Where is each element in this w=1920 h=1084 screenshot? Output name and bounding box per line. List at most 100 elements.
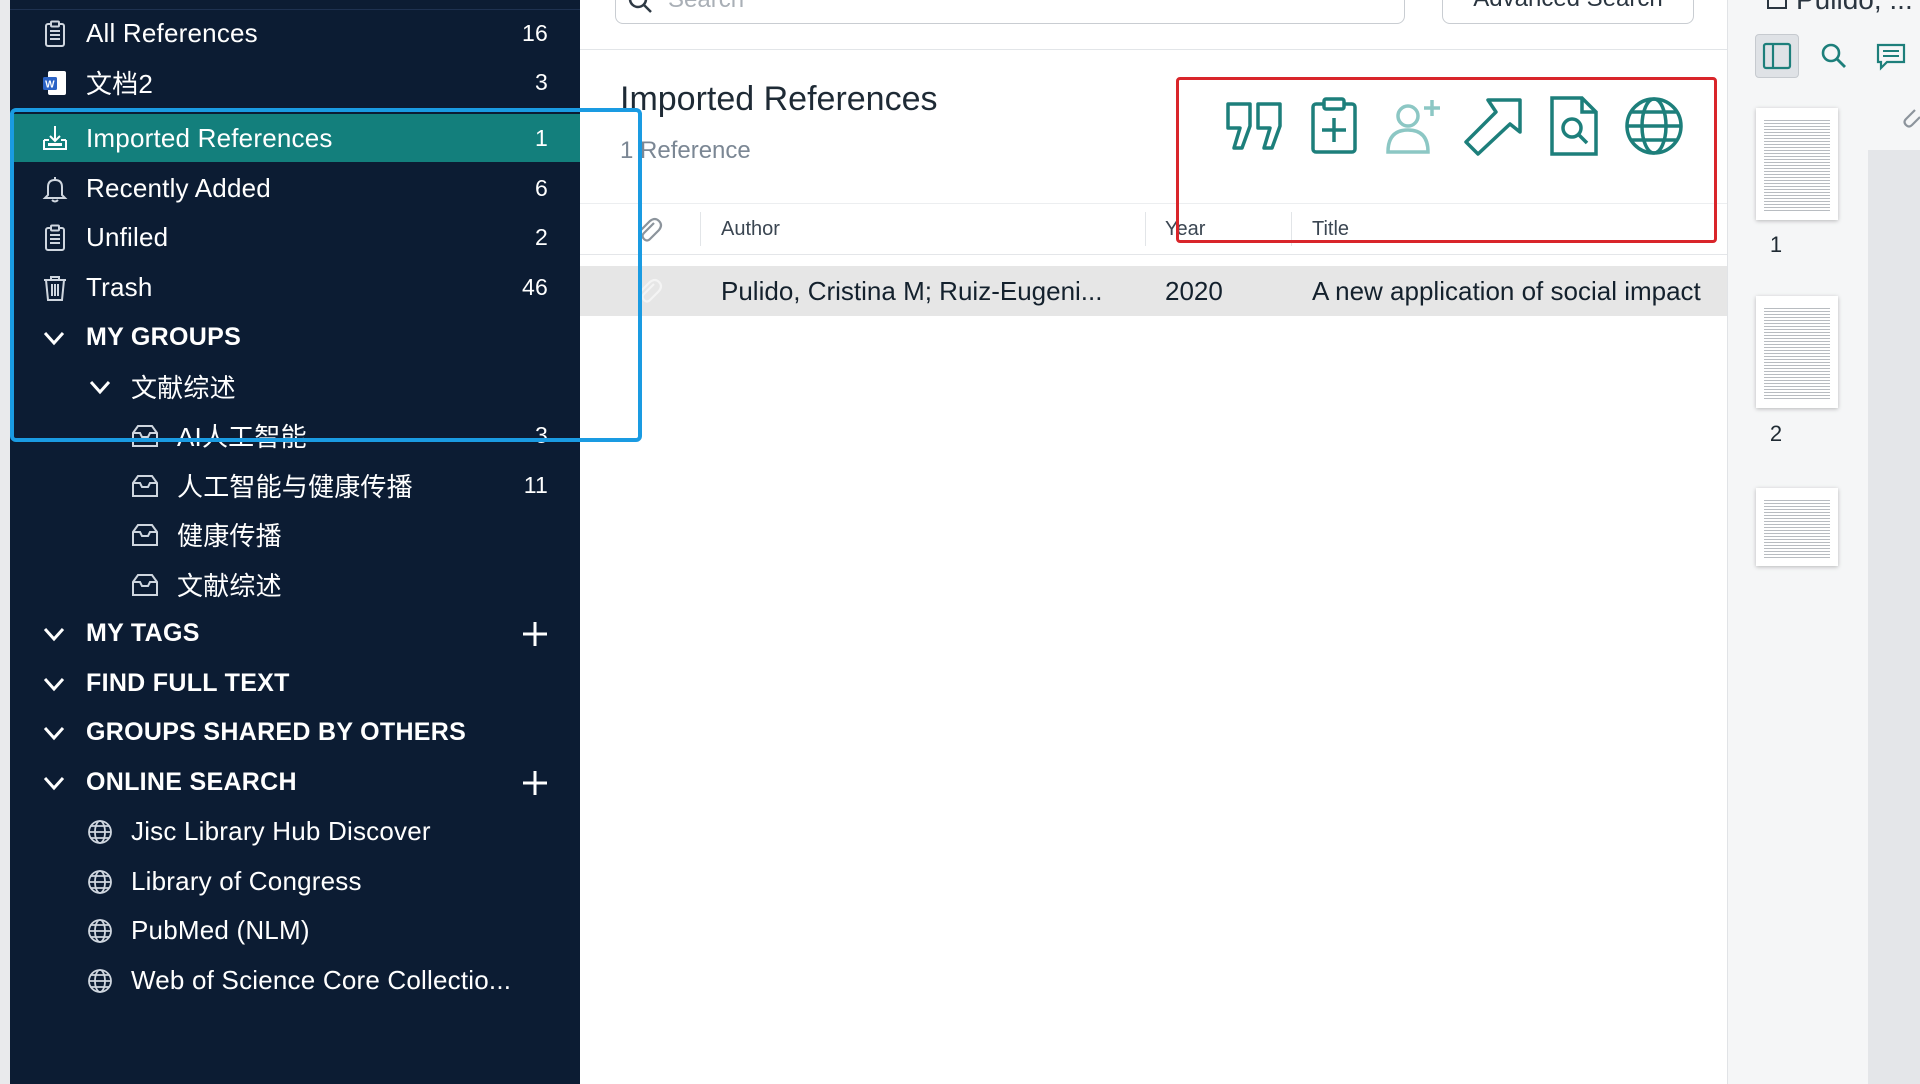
page-number: 1 <box>1769 232 1783 257</box>
sidebar-item-count: 46 <box>522 274 548 300</box>
section-my-tags[interactable]: MY TAGS <box>10 609 580 658</box>
globe-icon <box>85 916 115 946</box>
add-tag-plus-icon[interactable] <box>520 619 550 649</box>
section-label: MY TAGS <box>86 619 200 647</box>
sidebar-item-word-document[interactable]: W 文档2 3 <box>10 58 580 107</box>
chevron-down-icon <box>43 726 65 740</box>
chevron-down-icon <box>43 627 65 641</box>
online-source-label: Web of Science Core Collectio... <box>131 965 512 995</box>
page-thumbnail[interactable] <box>1756 488 1838 566</box>
group-label: 文献综述 <box>177 571 282 601</box>
find-pdf-icon[interactable] <box>1542 94 1606 158</box>
add-online-search-plus-icon[interactable] <box>520 768 550 798</box>
share-arrow-icon[interactable] <box>1462 94 1526 158</box>
column-separator <box>1291 212 1292 246</box>
online-source-item[interactable]: Library of Congress <box>10 857 580 906</box>
column-title[interactable]: Title <box>1312 218 1349 241</box>
bell-icon <box>40 174 70 204</box>
document-icon <box>1767 0 1787 9</box>
group-label: 人工智能与健康传播 <box>177 472 413 502</box>
pdf-viewer[interactable] <box>1868 150 1920 1084</box>
quote-icon[interactable] <box>1222 94 1286 158</box>
search-icon <box>628 0 652 13</box>
sidebar-item-recently-added[interactable]: Recently Added 6 <box>10 164 580 213</box>
sidebar-item-count: 6 <box>535 175 548 201</box>
page-thumbnails: 1 2 <box>1728 96 1868 1084</box>
online-source-label: Jisc Library Hub Discover <box>131 816 431 846</box>
pdf-search-button[interactable] <box>1812 34 1856 78</box>
add-person-icon[interactable] <box>1382 94 1446 158</box>
group-set-label: 文献综述 <box>131 373 236 403</box>
section-label: GROUPS SHARED BY OTHERS <box>86 718 467 746</box>
group-tray-icon <box>130 570 160 600</box>
sidebar-item-group[interactable]: 人工智能与健康传播 11 <box>10 461 580 510</box>
search-icon <box>1821 43 1846 68</box>
sidebar-item-all-references[interactable]: All References 16 <box>10 9 580 58</box>
group-count: 3 <box>535 422 548 448</box>
preview-title: Pulido, ... <box>1796 0 1913 16</box>
sidebar-item-label: Trash <box>86 272 153 302</box>
online-source-item[interactable]: PubMed (NLM) <box>10 906 580 955</box>
online-source-item[interactable]: Jisc Library Hub Discover <box>10 807 580 856</box>
page-title: Imported References <box>620 80 938 118</box>
group-label: AI人工智能 <box>177 422 307 452</box>
online-source-label: Library of Congress <box>131 866 362 896</box>
import-icon <box>40 123 70 153</box>
table-header: Author Year Title <box>580 203 1727 255</box>
paperclip-icon[interactable] <box>634 215 664 245</box>
group-count: 11 <box>523 472 548 498</box>
chevron-down-icon <box>89 380 111 394</box>
window-edge <box>0 0 10 1084</box>
table-row[interactable]: Pulido, Cristina M; Ruiz-Eugeni... 2020 … <box>580 266 1727 316</box>
sidebar-item-unfiled[interactable]: Unfiled 2 <box>10 213 580 262</box>
globe-icon[interactable] <box>1622 94 1686 158</box>
sidebar-item-count: 16 <box>522 20 548 46</box>
section-groups-shared[interactable]: GROUPS SHARED BY OTHERS <box>10 708 580 757</box>
sidebar-toggle-button[interactable] <box>1755 34 1799 78</box>
sidebar-item-label: Unfiled <box>86 222 169 252</box>
online-source-item[interactable]: Web of Science Core Collectio... <box>10 956 580 1005</box>
search-input[interactable]: Search <box>615 0 1405 24</box>
advanced-search-button[interactable]: Advanced Search <box>1442 0 1694 24</box>
column-author[interactable]: Author <box>721 218 780 241</box>
search-placeholder: Search <box>668 0 744 14</box>
column-year[interactable]: Year <box>1165 218 1205 241</box>
word-document-icon: W <box>40 68 70 98</box>
sidebar-item-group[interactable]: 健康传播 <box>10 510 580 559</box>
group-tray-icon <box>130 471 160 501</box>
sidebar-item-trash[interactable]: Trash 46 <box>10 263 580 312</box>
section-online-search[interactable]: ONLINE SEARCH <box>10 758 580 807</box>
chevron-down-icon <box>43 677 65 691</box>
sidebar-item-label: Recently Added <box>86 173 271 203</box>
sidebar-item-imported-references[interactable]: Imported References 1 <box>10 114 580 162</box>
clipboard-icon <box>40 223 70 253</box>
column-separator <box>700 212 701 246</box>
section-label: ONLINE SEARCH <box>86 768 297 796</box>
attachment-paperclip-icon[interactable] <box>1898 104 1920 134</box>
section-label: FIND FULL TEXT <box>86 669 290 697</box>
toolbar-divider <box>580 49 1727 50</box>
sidebar-item-label: Imported References <box>86 122 333 153</box>
globe-icon <box>85 867 115 897</box>
page-thumbnail[interactable] <box>1756 108 1838 220</box>
sidebar-item-count: 2 <box>535 224 548 250</box>
pdf-preview-pane: Pulido, ... 1 2 <box>1727 0 1920 1084</box>
comments-button[interactable] <box>1869 34 1913 78</box>
comment-icon <box>1876 43 1906 71</box>
page-thumbnail[interactable] <box>1756 296 1838 408</box>
page-number: 2 <box>1769 421 1783 446</box>
trash-icon <box>40 273 70 303</box>
globe-icon <box>85 817 115 847</box>
sidebar-item-group[interactable]: 文献综述 <box>10 560 580 609</box>
online-source-label: PubMed (NLM) <box>131 915 310 945</box>
sidebar-item-label: 文档2 <box>86 69 154 99</box>
group-set-literature-review[interactable]: 文献综述 <box>10 362 580 411</box>
sidebar-item-label: All References <box>86 18 258 48</box>
group-tray-icon <box>130 421 160 451</box>
clipboard-add-icon[interactable] <box>1302 94 1366 158</box>
section-my-groups[interactable]: MY GROUPS <box>10 313 580 362</box>
column-separator <box>1145 212 1146 246</box>
section-find-full-text[interactable]: FIND FULL TEXT <box>10 659 580 708</box>
group-tray-icon <box>130 520 160 550</box>
sidebar-item-group[interactable]: AI人工智能 3 <box>10 411 580 460</box>
